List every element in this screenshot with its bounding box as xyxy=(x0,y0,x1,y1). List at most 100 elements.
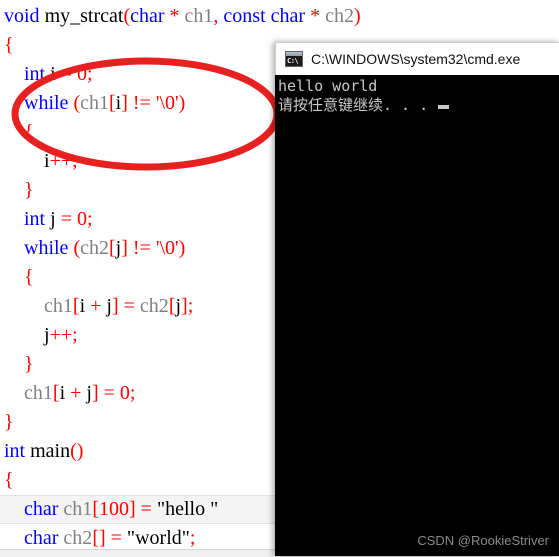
code-token: ch1 xyxy=(24,382,53,404)
console-title: C:\WINDOWS\system32\cmd.exe xyxy=(311,51,521,67)
code-token: 0 xyxy=(76,63,87,85)
code-token: my_strcat xyxy=(44,5,124,27)
code-token: 100 xyxy=(98,498,129,520)
code-line[interactable]: void my_strcat(char * ch1, const char * … xyxy=(0,2,559,31)
code-token: ch2 xyxy=(80,237,109,259)
code-token: ; xyxy=(86,208,93,230)
code-token: '\0' xyxy=(155,237,179,259)
code-token: [ xyxy=(109,237,116,259)
console-window[interactable]: C:\WINDOWS\system32\cmd.exe hello world … xyxy=(275,42,559,556)
code-token: ; xyxy=(129,382,136,404)
code-token: ++ xyxy=(49,150,73,172)
code-token: while xyxy=(24,92,69,114)
code-token: ] xyxy=(91,382,99,404)
code-token: [ xyxy=(109,92,116,114)
code-token: ch1 xyxy=(63,498,93,520)
code-token: "world" xyxy=(126,527,190,549)
code-token: 0 xyxy=(76,208,87,230)
code-token: { xyxy=(24,266,34,288)
code-token: != xyxy=(132,92,151,114)
code-token: } xyxy=(24,179,34,201)
console-prompt-text: 请按任意键继续. . . xyxy=(278,96,429,114)
code-token: ] xyxy=(121,92,128,114)
code-token: ] xyxy=(181,295,188,317)
console-cursor xyxy=(438,105,450,109)
code-token: () xyxy=(70,440,84,462)
code-token: ) xyxy=(178,237,186,259)
code-token: = xyxy=(60,208,72,230)
code-token: char xyxy=(130,5,165,27)
code-token: } xyxy=(4,411,14,433)
code-token: ch2 xyxy=(325,5,354,27)
code-token: + xyxy=(90,295,102,317)
code-token: = xyxy=(110,527,122,549)
watermark: CSDN @RookieStriver xyxy=(417,533,549,548)
code-token: main xyxy=(30,440,71,462)
code-token: ; xyxy=(189,527,196,549)
code-token: int xyxy=(24,208,46,230)
code-token: ++ xyxy=(49,324,73,346)
console-titlebar[interactable]: C:\WINDOWS\system32\cmd.exe xyxy=(275,42,559,75)
code-token: ] xyxy=(121,237,128,259)
code-token: int xyxy=(4,440,26,462)
code-token: char xyxy=(24,527,59,549)
code-token: ch2 xyxy=(63,527,93,549)
code-token: + xyxy=(70,382,82,404)
code-token: '\0' xyxy=(155,92,179,114)
code-token: != xyxy=(132,237,151,259)
code-token: { xyxy=(24,121,34,143)
code-token: "hello " xyxy=(156,498,219,520)
code-token: = xyxy=(103,382,115,404)
code-token: { xyxy=(4,34,14,56)
code-token: ; xyxy=(86,63,93,85)
code-token: const xyxy=(223,5,266,27)
cmd-icon xyxy=(285,51,303,67)
code-token: char xyxy=(24,498,59,520)
code-token: * xyxy=(169,5,180,27)
code-token: ch1 xyxy=(184,5,214,27)
code-token: ) xyxy=(178,92,186,114)
code-token: ch1 xyxy=(44,295,73,317)
console-output: hello world 请按任意键继续. . . xyxy=(275,75,559,556)
code-token: [ xyxy=(72,295,80,317)
console-output-line: 请按任意键继续. . . xyxy=(276,96,559,115)
code-token: 0 xyxy=(119,382,130,404)
code-token: = xyxy=(140,498,152,520)
code-token: * xyxy=(310,5,321,27)
code-token: ch1 xyxy=(80,92,109,114)
console-output-line: hello world xyxy=(278,77,378,95)
code-token: ; xyxy=(72,324,78,346)
code-token: ) xyxy=(353,5,361,27)
code-token: ; xyxy=(72,150,78,172)
code-token: void xyxy=(4,5,45,27)
code-token: j xyxy=(45,208,61,230)
code-token: i xyxy=(45,63,61,85)
code-token: ] xyxy=(128,498,136,520)
code-token: ] xyxy=(111,295,119,317)
code-token: [ xyxy=(52,382,60,404)
code-token: = xyxy=(60,63,72,85)
code-token: int xyxy=(24,63,46,85)
code-token: while xyxy=(24,237,69,259)
code-token: char xyxy=(270,5,306,27)
code-token: ; xyxy=(187,295,194,317)
code-token: { xyxy=(4,469,14,491)
code-token: ch2 xyxy=(139,295,169,317)
code-token: [] xyxy=(92,527,106,549)
code-token: = xyxy=(123,295,135,317)
code-token: } xyxy=(24,353,34,375)
